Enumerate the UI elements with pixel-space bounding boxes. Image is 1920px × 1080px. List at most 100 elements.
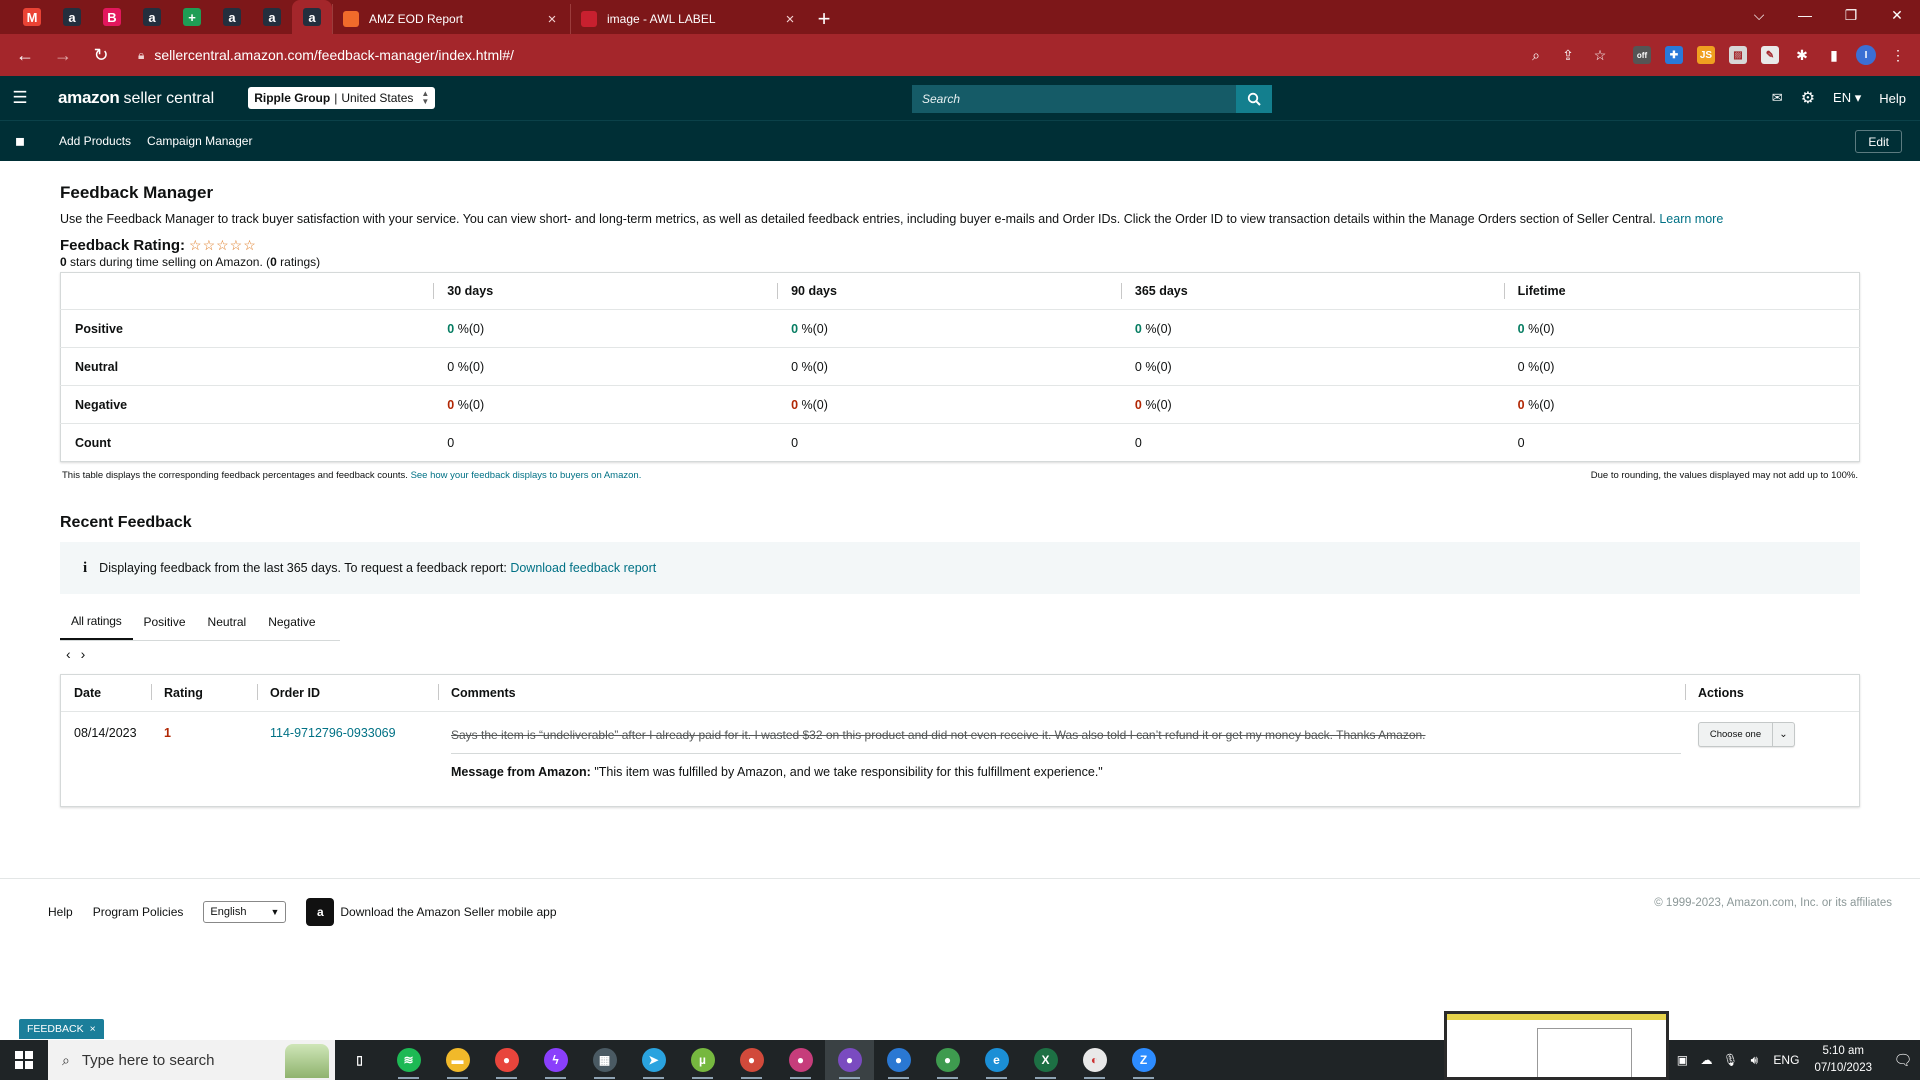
extension-off-icon[interactable]: off <box>1628 41 1656 69</box>
metrics-cell: 0 <box>777 424 1121 462</box>
footer-language-select[interactable]: English ▼ <box>203 901 287 923</box>
choose-one-dropdown[interactable]: Choose one ⌄ <box>1698 722 1795 747</box>
calculator-taskbar-button[interactable]: ▦ <box>580 1040 629 1080</box>
paint-taskbar-button[interactable]: ◐ <box>1070 1040 1119 1080</box>
comment-cell: Says the item is “undeliverable” after I… <box>438 712 1685 806</box>
zoom-taskbar-button[interactable]: Z <box>1119 1040 1168 1080</box>
nav-campaign-manager[interactable]: Campaign Manager <box>147 134 252 148</box>
metric-value: 0 <box>1134 359 1142 374</box>
spotify-taskbar-button[interactable]: ≋ <box>384 1040 433 1080</box>
side-panel-icon[interactable]: ▮ <box>1820 41 1848 69</box>
messenger-taskbar-button[interactable]: ϟ <box>531 1040 580 1080</box>
pinned-tab[interactable]: a <box>252 0 292 34</box>
feedback-button[interactable]: FEEDBACK × <box>19 1019 104 1039</box>
file-explorer-taskbar-button[interactable]: ▬ <box>433 1040 482 1080</box>
notifications-icon[interactable]: 🗨︎ <box>1886 1051 1920 1069</box>
amazon-icon: a <box>303 8 321 26</box>
meet-now-icon[interactable]: ▣ <box>1670 1053 1694 1067</box>
microphone-icon[interactable]: 🎙︎ <box>1718 1053 1742 1067</box>
help-link[interactable]: Help <box>1879 91 1906 106</box>
search-input[interactable] <box>912 85 1236 113</box>
excel-taskbar-button[interactable]: X <box>1021 1040 1070 1080</box>
hamburger-menu-icon[interactable]: ☰ <box>0 76 40 120</box>
feedback-display-link[interactable]: See how your feedback displays to buyers… <box>411 470 642 481</box>
previous-page-icon[interactable]: ‹ <box>66 646 71 662</box>
edge-taskbar-button[interactable]: e <box>972 1040 1021 1080</box>
metrics-cell: 0 %(0) <box>1504 310 1860 348</box>
search-button[interactable] <box>1236 85 1272 113</box>
telegram-taskbar-button[interactable]: ➤ <box>629 1040 678 1080</box>
pinned-tab[interactable]: M <box>12 0 52 34</box>
taskbar-search[interactable]: ⌕ Type here to search <box>48 1040 335 1080</box>
download-app-link[interactable]: Download the Amazon Seller mobile app <box>340 905 556 919</box>
zoom-icon[interactable]: ⌕ <box>1522 41 1550 69</box>
chrome-taskbar-button[interactable]: ● <box>482 1040 531 1080</box>
window-preview-thumbnail[interactable] <box>1444 1011 1669 1080</box>
bookmark-star-icon[interactable]: ☆ <box>1586 41 1614 69</box>
tab-positive[interactable]: Positive <box>133 604 197 640</box>
footer-program-policies-link[interactable]: Program Policies <box>93 905 184 919</box>
download-feedback-report-link[interactable]: Download feedback report <box>510 561 656 575</box>
metrics-row: Positive 0 %(0) 0 %(0) 0 %(0) 0 %(0) <box>60 309 1860 348</box>
browser-tab[interactable]: image - AWL LABEL × <box>570 4 808 34</box>
edit-nav-button[interactable]: Edit <box>1855 130 1902 153</box>
pinned-tab[interactable]: a <box>132 0 172 34</box>
onedrive-cloud-icon[interactable]: ☁ <box>1694 1053 1718 1067</box>
new-tab-button[interactable]: + <box>808 4 840 34</box>
nav-add-products[interactable]: Add Products <box>59 134 131 148</box>
chrome-menu-icon[interactable]: ⋮ <box>1884 41 1912 69</box>
metrics-row: Negative 0 %(0) 0 %(0) 0 %(0) 0 %(0) <box>60 385 1860 424</box>
pinned-tab[interactable]: + <box>172 0 212 34</box>
extensions-puzzle-icon[interactable]: ✱ <box>1788 41 1816 69</box>
utorrent-taskbar-button[interactable]: µ <box>678 1040 727 1080</box>
browser-tab[interactable]: AMZ EOD Report × <box>332 4 570 34</box>
minimize-button[interactable]: — <box>1782 0 1828 30</box>
chrome-profile-taskbar-button[interactable]: ● <box>874 1040 923 1080</box>
pinned-tab[interactable]: a <box>212 0 252 34</box>
windows-start-button[interactable] <box>0 1040 48 1080</box>
image-extension-icon[interactable]: ▨ <box>1724 41 1752 69</box>
tab-neutral[interactable]: Neutral <box>197 604 258 640</box>
tab-all-ratings[interactable]: All ratings <box>60 604 133 640</box>
pinned-tab[interactable]: a <box>52 0 92 34</box>
close-icon[interactable]: × <box>90 1023 96 1035</box>
pinned-tab[interactable]: a <box>292 0 332 34</box>
bookmark-icon[interactable]: ◼ <box>0 134 40 148</box>
tab-close-icon[interactable]: × <box>544 11 560 28</box>
address-bar[interactable]: 🔒︎ sellercentral.amazon.com/feedback-man… <box>128 39 1518 71</box>
chrome-profile-taskbar-button[interactable]: ● <box>825 1040 874 1080</box>
reload-button[interactable]: ↻ <box>84 38 118 72</box>
metric-value: 0 <box>1517 321 1525 336</box>
chrome-profile-taskbar-button[interactable]: ● <box>727 1040 776 1080</box>
pinned-tab[interactable]: B <box>92 0 132 34</box>
learn-more-link[interactable]: Learn more <box>1659 212 1723 226</box>
tab-negative[interactable]: Negative <box>257 604 326 640</box>
edit-extension-icon[interactable]: ✎ <box>1756 41 1784 69</box>
amazon-seller-app-icon[interactable]: a <box>306 898 335 926</box>
task-view-taskbar-button[interactable]: ▯ <box>335 1040 384 1080</box>
volume-icon[interactable]: 🔊︎ <box>1742 1053 1766 1068</box>
extension-puzzle-blue-icon[interactable]: ✚ <box>1660 41 1688 69</box>
seller-central-header: ☰ amazon seller central Ripple Group | U… <box>0 76 1920 120</box>
share-icon[interactable]: ⇪ <box>1554 41 1582 69</box>
clock[interactable]: 5:10 am 07/10/2023 <box>1814 1043 1872 1077</box>
forward-button[interactable]: → <box>46 38 80 72</box>
profile-avatar[interactable]: I <box>1852 41 1880 69</box>
mail-icon[interactable]: ✉ <box>1772 90 1783 106</box>
tab-close-icon[interactable]: × <box>782 11 798 28</box>
tab-search-chevron-icon[interactable]: ⌵ <box>1736 0 1782 30</box>
language-selector[interactable]: EN ▾ <box>1833 90 1861 106</box>
restore-button[interactable]: ❐ <box>1828 0 1874 30</box>
chrome-profile-taskbar-button[interactable]: ● <box>776 1040 825 1080</box>
chrome-profile-taskbar-button[interactable]: ● <box>923 1040 972 1080</box>
close-window-button[interactable]: ✕ <box>1874 0 1920 30</box>
order-id-link[interactable]: 114-9712796-0933069 <box>257 712 438 806</box>
input-language[interactable]: ENG <box>1766 1053 1806 1067</box>
back-button[interactable]: ← <box>8 38 42 72</box>
seller-central-logo[interactable]: amazon seller central <box>58 88 214 108</box>
js-extension-icon[interactable]: JS <box>1692 41 1720 69</box>
next-page-icon[interactable]: › <box>81 646 86 662</box>
footer-help-link[interactable]: Help <box>48 905 73 919</box>
settings-gear-icon[interactable]: ⚙ <box>1801 88 1815 108</box>
account-switcher[interactable]: Ripple Group | United States ▲ ▼ <box>248 87 436 109</box>
